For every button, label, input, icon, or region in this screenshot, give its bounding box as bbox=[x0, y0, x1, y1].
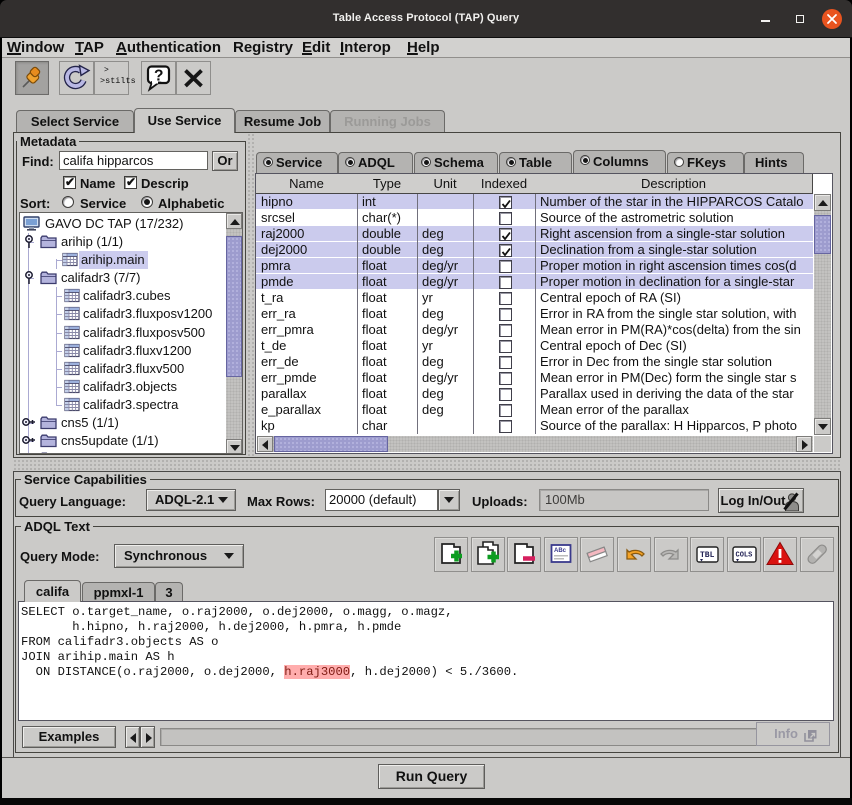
svg-text:ABc: ABc bbox=[554, 548, 567, 554]
svg-text:TBL: TBL bbox=[700, 551, 715, 560]
svg-text:?: ? bbox=[154, 68, 163, 85]
svg-text:COLS: COLS bbox=[736, 552, 753, 560]
